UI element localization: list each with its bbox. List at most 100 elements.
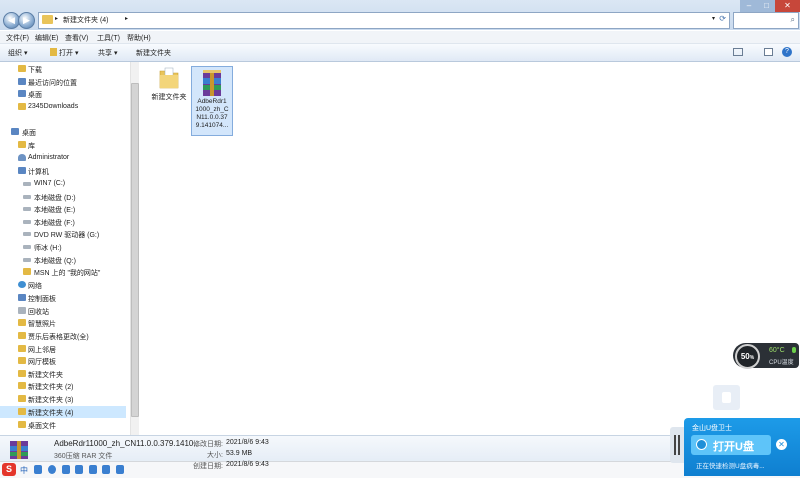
folder-icon <box>18 345 26 352</box>
nav-item-drive-e[interactable]: 本地磁盘 (E:) <box>0 203 126 215</box>
drive-icon <box>23 220 31 224</box>
toolbar: 组织 ▾ 打开 ▾ 共享 ▾ 新建文件夹 ? <box>0 44 800 62</box>
nav-item-recent-places[interactable]: 最近访问的位置 <box>0 76 126 88</box>
drive-icon <box>23 207 31 211</box>
details-created-label: 创建日期: <box>193 463 223 470</box>
nav-item-label: 智慧照片 <box>28 321 56 328</box>
nav-item-drive-q[interactable]: 本地磁盘 (Q:) <box>0 254 126 266</box>
nav-item-folder[interactable]: 智慧照片 <box>0 317 126 329</box>
nav-item-computer[interactable]: 计算机 <box>0 165 126 177</box>
open-usb-button[interactable]: 打开U盘 <box>691 435 771 455</box>
details-modified-label: 修改日期: <box>193 441 223 448</box>
nav-item-drive-h[interactable]: 师冰 (H:) <box>0 241 126 253</box>
nav-item-folder[interactable]: 新建文件夹 (3) <box>0 393 126 405</box>
minimize-button[interactable]: – <box>740 0 758 12</box>
cpu-temperature-widget[interactable]: 50% 60°C CPU温度 <box>733 343 799 369</box>
preview-pane-icon[interactable] <box>764 48 773 56</box>
menu-edit[interactable]: 编辑(E) <box>35 33 58 43</box>
view-options-icon[interactable] <box>733 48 743 56</box>
nav-item-drive-c[interactable]: WIN7 (C:) <box>0 178 126 190</box>
microphone-icon[interactable] <box>62 465 70 474</box>
floating-widget[interactable] <box>713 385 740 410</box>
details-filetype: 360压缩 RAR 文件 <box>54 453 113 460</box>
skin-icon[interactable] <box>102 465 110 474</box>
organize-button[interactable]: 组织 ▾ <box>8 48 27 58</box>
nav-item-2345downloads[interactable]: 2345Downloads <box>0 101 126 113</box>
emoji-icon[interactable] <box>48 465 56 474</box>
nav-item-recycle-bin[interactable]: 回收站 <box>0 305 126 317</box>
close-popup-button[interactable]: ✕ <box>776 439 787 450</box>
nav-item-msn-site[interactable]: MSN 上的 "我的网站" <box>0 266 126 278</box>
folder-icon <box>159 67 179 89</box>
menu-view[interactable]: 查看(V) <box>65 33 88 43</box>
nav-item-label: 网络 <box>28 283 42 290</box>
navigation-pane: 下载 最近访问的位置 桌面 2345Downloads 桌面 库 Adminis… <box>0 62 131 435</box>
nav-item-folder[interactable]: 贾乐后表格更改(全) <box>0 330 126 342</box>
folder-icon <box>18 370 26 377</box>
file-item-selected[interactable]: AdbeRdr1 1000_zh_C N11.0.0.37 9.141074..… <box>191 66 233 136</box>
file-item-label: AdbeRdr1 1000_zh_C N11.0.0.37 9.141074..… <box>192 98 232 130</box>
search-input[interactable]: ⌕ <box>733 12 799 29</box>
nav-item-folder[interactable]: 新建文件夹 (2) <box>0 380 126 392</box>
usb-guard-popup: 金山U盘卫士 打开U盘 ✕ 正在快速检测U盘病毒... <box>684 418 800 476</box>
nav-item-folder[interactable]: 新建文件夹 <box>0 368 126 380</box>
breadcrumb[interactable]: 新建文件夹 (4) <box>63 15 109 25</box>
nav-item-label: 桌面 <box>28 92 42 99</box>
nav-item-label: 网厅模板 <box>28 359 56 366</box>
close-button[interactable]: ✕ <box>775 0 800 12</box>
usb-guard-status: 正在快速检测U盘病毒... <box>696 463 765 470</box>
punctuation-icon[interactable] <box>34 465 42 474</box>
help-icon[interactable]: ? <box>782 47 792 57</box>
refresh-icon[interactable]: ⟳ <box>719 14 726 23</box>
keyboard-icon[interactable] <box>75 465 83 474</box>
nav-item-folder[interactable]: 网上邻居 <box>0 343 126 355</box>
usb-popup-side-tab[interactable] <box>670 427 684 463</box>
user-icon[interactable] <box>89 465 97 474</box>
file-name-line: N11.0.0.37 <box>196 114 228 121</box>
nav-item-label: 新建文件夹 (2) <box>28 384 74 391</box>
ime-mode[interactable]: 中 <box>20 465 28 476</box>
nav-item-folder-selected[interactable]: 新建文件夹 (4) <box>0 406 126 418</box>
nav-item-dvd-g[interactable]: DVD RW 驱动器 (G:) <box>0 228 126 240</box>
nav-item-network[interactable]: 网络 <box>0 279 126 291</box>
cpu-usage-gauge: 50% <box>735 344 760 369</box>
chevron-down-icon[interactable]: ▾ <box>712 15 715 22</box>
toolbox-icon[interactable] <box>116 465 124 474</box>
menu-tools[interactable]: 工具(T) <box>97 33 120 43</box>
forward-button[interactable]: ▶ <box>18 12 35 29</box>
nav-item-desktop-root[interactable]: 桌面 <box>0 126 126 138</box>
control-panel-icon <box>18 294 26 301</box>
menu-help[interactable]: 帮助(H) <box>127 33 151 43</box>
taskbar: S 中 创建日期: 2021/8/6 9:43 <box>0 461 800 478</box>
nav-item-folder[interactable]: 桌面文件 <box>0 419 126 431</box>
file-item-folder[interactable]: 新建文件夹 <box>149 66 189 102</box>
new-folder-button[interactable]: 新建文件夹 <box>136 48 171 58</box>
file-name-line: 1000_zh_C <box>195 106 229 113</box>
address-bar[interactable]: ▸ 新建文件夹 (4) ▸ ▾ ⟳ <box>38 12 730 29</box>
nav-item-control-panel[interactable]: 控制面板 <box>0 292 126 304</box>
nav-item-drive-d[interactable]: 本地磁盘 (D:) <box>0 191 126 203</box>
nav-item-administrator[interactable]: Administrator <box>0 152 126 164</box>
maximize-button[interactable]: □ <box>758 0 775 12</box>
open-button[interactable]: 打开 ▾ <box>59 48 78 58</box>
download-folder-icon <box>18 65 26 72</box>
usb-drive-icon <box>722 392 731 403</box>
thermometer-icon <box>792 347 796 353</box>
nav-item-library[interactable]: 库 <box>0 139 126 151</box>
share-button[interactable]: 共享 ▾ <box>98 48 117 58</box>
nav-item-downloads[interactable]: 下载 <box>0 63 126 75</box>
nav-item-drive-f[interactable]: 本地磁盘 (F:) <box>0 216 126 228</box>
nav-scrollbar-thumb[interactable] <box>131 83 139 417</box>
usb-plug-icon <box>674 435 680 455</box>
menu-file[interactable]: 文件(F) <box>6 33 29 43</box>
folder-icon <box>23 268 31 275</box>
details-modified-value: 2021/8/6 9:43 <box>226 439 269 446</box>
nav-item-folder[interactable]: 网厅模板 <box>0 355 126 367</box>
folder-icon <box>18 319 26 326</box>
folder-icon <box>18 357 26 364</box>
nav-item-desktop[interactable]: 桌面 <box>0 88 126 100</box>
drive-icon <box>23 258 31 262</box>
file-item-label: 新建文件夹 <box>151 94 187 101</box>
nav-item-label: MSN 上的 "我的网站" <box>34 270 101 277</box>
sogou-ime-icon[interactable]: S <box>2 463 16 476</box>
